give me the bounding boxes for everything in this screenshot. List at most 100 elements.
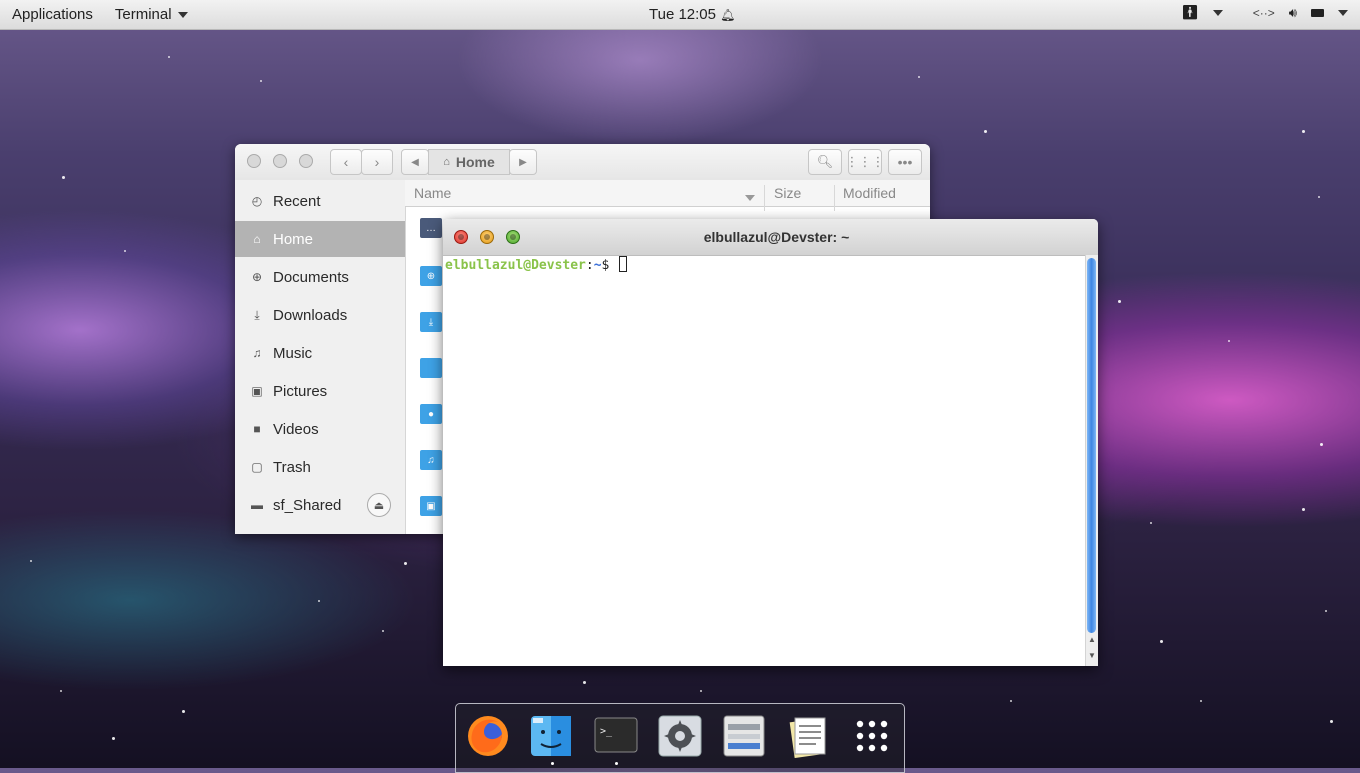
prompt-user-host: elbullazul@Devster: [445, 258, 586, 273]
more-options-button[interactable]: •••: [888, 149, 922, 175]
more-icon: •••: [897, 154, 913, 170]
system-menu-chevron-icon[interactable]: [1338, 9, 1348, 16]
sidebar-item-recent[interactable]: ◴ Recent: [235, 183, 405, 219]
sidebar-item-downloads[interactable]: ⤓ Downloads: [235, 297, 405, 333]
notification-bell-icon: 🔔︎: [720, 8, 736, 22]
sort-chevron-icon[interactable]: [745, 189, 755, 205]
sidebar-item-label: Downloads: [273, 306, 348, 324]
sidebar-item-label: Home: [273, 230, 314, 248]
drive-icon: ▬: [251, 498, 263, 512]
downloads-folder-icon[interactable]: ⤓: [420, 312, 442, 332]
terminal-menu-label: Terminal: [114, 6, 172, 23]
back-button[interactable]: ‹: [330, 149, 362, 175]
terminal-text-area[interactable]: elbullazul@Devster:~$: [445, 256, 628, 275]
chevron-left-icon: ‹: [343, 154, 349, 170]
battery-icon[interactable]: [1311, 8, 1324, 17]
caret-right-icon: ▶: [519, 156, 527, 168]
column-headers: Name Size Modified: [405, 180, 930, 211]
view-grid-button[interactable]: ⋮⋮⋮: [845, 149, 885, 175]
file-manager-headerbar: ‹ › ◀ ⌂ Home ▶ 🔍︎ ⋮⋮⋮ •••: [235, 144, 930, 181]
sidebar-item-sf-shared[interactable]: ▬ sf_Shared ⏏︎: [235, 487, 405, 523]
terminal-icon[interactable]: >_: [594, 714, 638, 758]
maximize-window-button[interactable]: [299, 154, 313, 168]
sidebar-item-label: Recent: [273, 192, 321, 210]
file-manager-icon[interactable]: [722, 714, 766, 758]
dock: >_: [455, 703, 905, 773]
folder-icon[interactable]: [420, 358, 442, 378]
applications-menu[interactable]: Applications: [12, 6, 93, 23]
column-name[interactable]: Name: [414, 185, 451, 201]
text-cursor: [619, 256, 628, 272]
terminal-window: elbullazul@Devster: ~ elbullazul@Devster…: [443, 219, 1098, 666]
home-icon: ⌂: [253, 232, 261, 246]
places-sidebar: ◴ Recent ⌂ Home ⊕ Documents ⤓ Downloads ♫ Mus…: [235, 180, 406, 534]
volume-icon[interactable]: 🔊︎: [1289, 5, 1297, 21]
eject-button[interactable]: ⏏︎: [367, 493, 391, 517]
home-icon: ⌂: [443, 156, 450, 168]
search-icon: 🔍︎: [816, 154, 834, 169]
text-editor-icon[interactable]: [786, 714, 830, 758]
clock[interactable]: Tue 12:05 🔔︎: [649, 6, 735, 23]
terminal-scrollbar[interactable]: ▲ ▼: [1085, 255, 1098, 666]
finder-icon[interactable]: [529, 714, 573, 758]
chevron-right-icon: ›: [374, 154, 380, 170]
running-indicator: [551, 762, 554, 765]
top-bar: Applications Terminal Tue 12:05 🔔︎ 🚹︎ <·…: [0, 0, 1360, 30]
scroll-down-icon[interactable]: ▼: [1087, 651, 1097, 660]
desktop-folder-icon[interactable]: …: [420, 218, 442, 238]
pictures-icon: ▣: [251, 384, 263, 398]
clock-icon: ◴: [251, 194, 263, 208]
eject-icon: ⏏︎: [373, 499, 385, 512]
breadcrumb-label: Home: [455, 154, 495, 170]
sidebar-item-trash[interactable]: ▢ Trash: [235, 449, 405, 485]
clock-label: Tue 12:05: [649, 6, 716, 23]
sidebar-item-music[interactable]: ♫ Music: [235, 335, 405, 371]
music-icon: ♫: [252, 346, 262, 360]
accessibility-icon[interactable]: 🚹︎: [1181, 4, 1199, 21]
sidebar-item-label: Documents: [273, 268, 349, 286]
sidebar-item-home[interactable]: ⌂ Home: [235, 221, 405, 257]
sidebar-item-pictures[interactable]: ▣ Pictures: [235, 373, 405, 409]
sidebar-item-label: Videos: [273, 420, 319, 438]
breadcrumb-home[interactable]: ⌂ Home: [428, 149, 510, 175]
sidebar-item-documents[interactable]: ⊕ Documents: [235, 259, 405, 295]
sidebar-item-label: Pictures: [273, 382, 328, 400]
scrollbar-thumb[interactable]: [1087, 258, 1096, 633]
settings-icon[interactable]: [658, 714, 702, 758]
videos-icon: ■: [253, 422, 261, 436]
terminal-title: elbullazul@Devster: ~: [703, 229, 850, 245]
path-right-button[interactable]: ▶: [509, 149, 537, 175]
sidebar-item-label: sf_Shared: [273, 496, 342, 514]
documents-icon: ⊕: [251, 270, 263, 284]
close-window-button[interactable]: [247, 154, 261, 168]
running-indicator: [615, 762, 618, 765]
search-button[interactable]: 🔍︎: [808, 149, 842, 175]
prompt-symbol: $: [601, 258, 610, 273]
prompt-path: ~: [593, 258, 602, 273]
terminal-app-menu[interactable]: Terminal: [115, 6, 188, 23]
sidebar-item-label: Music: [273, 344, 313, 362]
sidebar-item-label: Trash: [273, 458, 311, 476]
firefox-icon[interactable]: [466, 714, 510, 758]
terminal-titlebar[interactable]: elbullazul@Devster: ~: [443, 219, 1098, 256]
app-grid-icon[interactable]: [850, 714, 894, 758]
sidebar-item-videos[interactable]: ■ Videos: [235, 411, 405, 447]
chevron-down-icon: [177, 12, 188, 19]
pictures-folder-icon[interactable]: ▣: [420, 496, 442, 516]
caret-left-icon: ◀: [411, 156, 419, 168]
network-icon[interactable]: <··>: [1253, 6, 1275, 20]
scroll-up-icon[interactable]: ▲: [1087, 635, 1097, 644]
music-folder-icon[interactable]: ♫: [420, 450, 442, 470]
forward-button[interactable]: ›: [361, 149, 393, 175]
accessibility-menu-chevron-icon[interactable]: [1212, 9, 1223, 16]
grid-icon: ⋮⋮⋮: [845, 154, 885, 169]
path-left-button[interactable]: ◀: [401, 149, 429, 175]
minimize-window-button[interactable]: [273, 154, 287, 168]
column-modified[interactable]: Modified: [843, 185, 896, 201]
documents-folder-icon[interactable]: ⊕: [420, 266, 442, 286]
trash-icon: ▢: [251, 460, 263, 474]
shared-folder-icon[interactable]: ●: [420, 404, 442, 424]
svg-text:>_: >_: [600, 726, 613, 737]
download-icon: ⤓: [254, 307, 260, 322]
column-size[interactable]: Size: [774, 185, 801, 201]
